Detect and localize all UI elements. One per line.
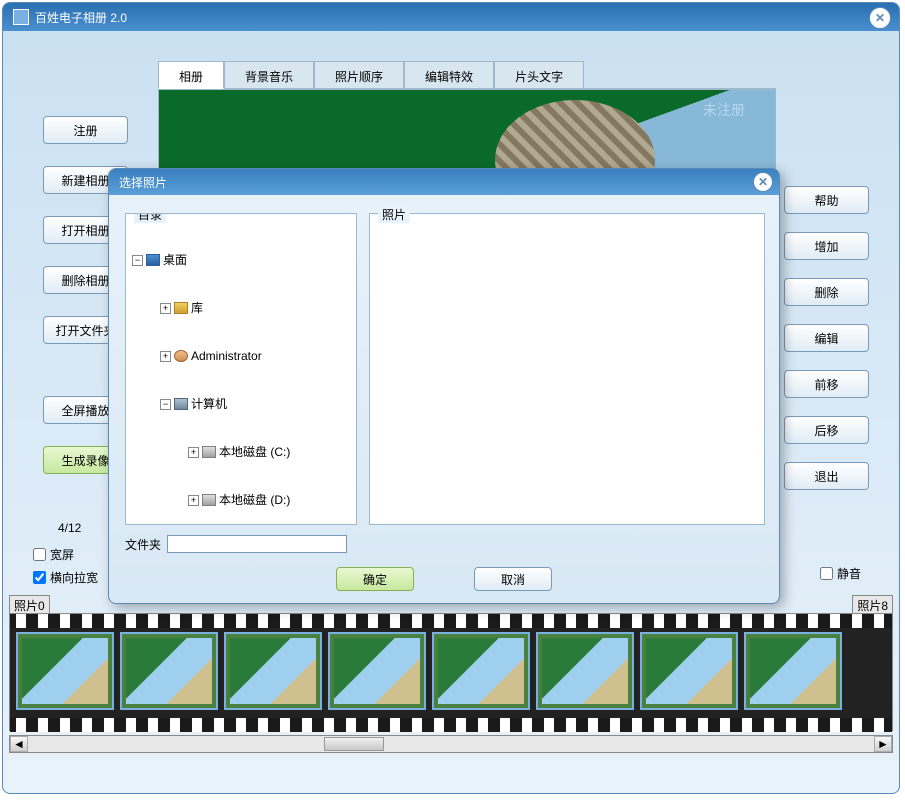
- photo-counter: 4/12: [58, 521, 81, 535]
- expand-icon[interactable]: +: [188, 495, 199, 506]
- scroll-track[interactable]: [28, 736, 874, 752]
- stretch-checkbox[interactable]: [33, 571, 46, 584]
- thumbnail[interactable]: [744, 632, 842, 710]
- tab-effects[interactable]: 编辑特效: [404, 61, 494, 89]
- photos-label: 照片: [378, 206, 410, 223]
- desktop-icon: [146, 254, 160, 266]
- tree-node-desktop[interactable]: −桌面: [132, 252, 350, 268]
- film-perforation-bottom: [10, 718, 892, 732]
- widescreen-check[interactable]: 宽屏: [33, 546, 98, 563]
- register-button[interactable]: 注册: [43, 116, 128, 144]
- film-perforation-top: [10, 614, 892, 628]
- exit-button[interactable]: 退出: [784, 462, 869, 490]
- thumbnail[interactable]: [224, 632, 322, 710]
- drive-icon: [202, 494, 216, 506]
- tab-order[interactable]: 照片顺序: [314, 61, 404, 89]
- horizontal-scrollbar[interactable]: ◄ ►: [9, 735, 893, 753]
- dialog-body: 目录 −桌面 +库 +Administrator −计算机 +本地磁盘 (C:)…: [109, 195, 779, 603]
- folder-row: 文件夹: [125, 535, 347, 553]
- tree-node-drive-d[interactable]: +本地磁盘 (D:): [132, 492, 350, 508]
- mute-checkbox[interactable]: [820, 567, 833, 580]
- delete-button[interactable]: 删除: [784, 278, 869, 306]
- tree-node-drive-c[interactable]: +本地磁盘 (C:): [132, 444, 350, 460]
- close-icon: ✕: [875, 11, 885, 25]
- ok-button[interactable]: 确定: [336, 567, 414, 591]
- expand-icon[interactable]: +: [160, 303, 171, 314]
- titlebar: 百姓电子相册 2.0 ✕: [3, 3, 899, 31]
- backward-button[interactable]: 后移: [784, 416, 869, 444]
- app-icon: [13, 9, 29, 25]
- thumbnail[interactable]: [328, 632, 426, 710]
- help-button[interactable]: 帮助: [784, 186, 869, 214]
- expand-icon[interactable]: +: [188, 447, 199, 458]
- widescreen-checkbox[interactable]: [33, 548, 46, 561]
- close-button[interactable]: ✕: [869, 7, 891, 29]
- edit-button[interactable]: 编辑: [784, 324, 869, 352]
- dialog-close-button[interactable]: ✕: [753, 172, 773, 192]
- user-icon: [174, 350, 188, 362]
- collapse-icon[interactable]: −: [160, 399, 171, 410]
- scroll-left-button[interactable]: ◄: [10, 736, 28, 752]
- thumbnail[interactable]: [120, 632, 218, 710]
- tree-node-admin[interactable]: +Administrator: [132, 348, 350, 364]
- thumbnail[interactable]: [640, 632, 738, 710]
- filmstrip: [9, 613, 893, 731]
- expand-icon[interactable]: +: [160, 351, 171, 362]
- cancel-button[interactable]: 取消: [474, 567, 552, 591]
- thumbnail[interactable]: [16, 632, 114, 710]
- computer-icon: [174, 398, 188, 410]
- forward-button[interactable]: 前移: [784, 370, 869, 398]
- tab-titles[interactable]: 片头文字: [494, 61, 584, 89]
- close-icon: ✕: [758, 175, 768, 189]
- thumbnail[interactable]: [536, 632, 634, 710]
- stretch-check[interactable]: 横向拉宽: [33, 569, 98, 586]
- scroll-thumb[interactable]: [324, 737, 384, 751]
- tree-node-computer[interactable]: −计算机: [132, 396, 350, 412]
- dialog-titlebar: 选择照片 ✕: [109, 169, 779, 195]
- select-photo-dialog: 选择照片 ✕ 目录 −桌面 +库 +Administrator −计算机 +本地…: [108, 168, 780, 604]
- folder-input[interactable]: [167, 535, 347, 553]
- dialog-title: 选择照片: [119, 174, 167, 191]
- directory-tree: −桌面 +库 +Administrator −计算机 +本地磁盘 (C:) +本…: [132, 220, 350, 525]
- scroll-right-button[interactable]: ►: [874, 736, 892, 752]
- add-button[interactable]: 增加: [784, 232, 869, 260]
- collapse-icon[interactable]: −: [132, 255, 143, 266]
- folder-label: 文件夹: [125, 536, 161, 553]
- thumbnail[interactable]: [432, 632, 530, 710]
- tab-music[interactable]: 背景音乐: [224, 61, 314, 89]
- dialog-buttons: 确定 取消: [109, 567, 779, 591]
- tab-album[interactable]: 相册: [158, 61, 224, 89]
- mute-check[interactable]: 静音: [820, 565, 861, 582]
- photos-panel: 照片: [369, 213, 765, 525]
- tab-bar: 相册 背景音乐 照片顺序 编辑特效 片头文字: [158, 61, 584, 89]
- drive-icon: [202, 446, 216, 458]
- view-options: 宽屏 横向拉宽: [33, 546, 98, 586]
- right-toolbar: 帮助 增加 删除 编辑 前移 后移 退出: [784, 186, 869, 508]
- thumbnail-track: [10, 628, 892, 718]
- directory-panel: 目录 −桌面 +库 +Administrator −计算机 +本地磁盘 (C:)…: [125, 213, 357, 525]
- directory-label: 目录: [134, 213, 166, 223]
- window-title: 百姓电子相册 2.0: [35, 9, 127, 26]
- watermark: 未注册: [703, 100, 745, 120]
- tree-node-library[interactable]: +库: [132, 300, 350, 316]
- library-icon: [174, 302, 188, 314]
